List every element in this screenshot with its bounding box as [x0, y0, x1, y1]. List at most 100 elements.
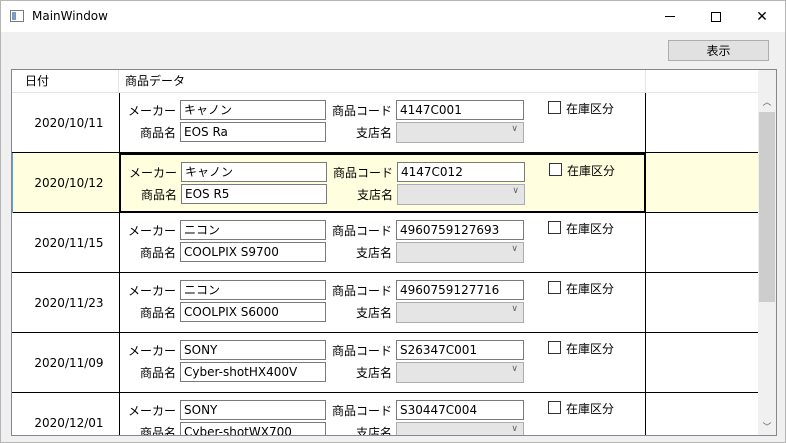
branch-select[interactable]: ∨: [397, 184, 525, 205]
chevron-down-icon: ∨: [511, 424, 518, 434]
chevron-down-icon: ∨: [511, 304, 518, 314]
product-code-field[interactable]: 4960759127693: [396, 220, 524, 240]
row-header[interactable]: [12, 333, 19, 393]
column-header-date[interactable]: 日付: [19, 70, 119, 93]
product-name-field[interactable]: EOS Ra: [180, 122, 326, 142]
stock-checkbox[interactable]: [548, 221, 561, 234]
stock-checkbox[interactable]: [548, 281, 561, 294]
row-header[interactable]: [12, 93, 19, 153]
product-code-label: 商品コード: [331, 104, 392, 118]
product-data-cell: メーカー キャノン 商品コード 4147C001 在庫区分 商品名 EOS Ra…: [119, 93, 646, 153]
column-header-product-data[interactable]: 商品データ: [119, 70, 646, 93]
show-button[interactable]: 表示: [668, 40, 769, 61]
date-cell: 2020/10/11: [34, 116, 104, 130]
stock-label: 在庫区分: [567, 164, 616, 178]
row-header[interactable]: [12, 213, 19, 273]
product-code-label: 商品コード: [331, 344, 392, 358]
maker-field[interactable]: ニコン: [180, 220, 326, 240]
close-button[interactable]: ✕: [739, 1, 785, 32]
product-code-field[interactable]: 4147C001: [396, 100, 524, 120]
close-icon: ✕: [756, 8, 768, 25]
branch-select[interactable]: ∨: [396, 362, 524, 383]
stock-checkbox[interactable]: [548, 341, 561, 354]
branch-select[interactable]: ∨: [396, 122, 524, 143]
row-header[interactable]: [12, 393, 19, 435]
product-name-field[interactable]: Cyber-shotHX400V: [180, 362, 326, 382]
stock-label: 在庫区分: [566, 282, 615, 296]
column-header-filler: [646, 70, 758, 93]
title-bar[interactable]: MainWindow ✕: [1, 1, 785, 32]
maker-label: メーカー: [128, 224, 177, 238]
product-code-label: 商品コード: [331, 224, 392, 238]
maker-field[interactable]: キャノン: [181, 162, 327, 182]
stock-checkbox[interactable]: [548, 101, 561, 114]
product-code-label: 商品コード: [331, 284, 392, 298]
product-name-label: 商品名: [139, 306, 176, 320]
product-code-label: 商品コード: [332, 166, 393, 180]
minimize-icon: [665, 16, 675, 17]
maker-field[interactable]: ニコン: [180, 280, 326, 300]
product-data-cell: メーカー ニコン 商品コード 4960759127693 在庫区分 商品名 CO…: [119, 213, 646, 273]
row-header[interactable]: [12, 273, 19, 333]
row-header[interactable]: [12, 153, 19, 213]
maker-field[interactable]: キャノン: [180, 100, 326, 120]
table-row[interactable]: 2020/11/15 メーカー ニコン 商品コード 4960759127693 …: [12, 213, 758, 273]
product-name-field[interactable]: EOS R5: [181, 184, 327, 204]
branch-label: 支店名: [355, 246, 392, 260]
product-data-cell: メーカー ニコン 商品コード 4960759127716 在庫区分 商品名 CO…: [119, 273, 646, 333]
maximize-icon: [711, 11, 721, 22]
stock-checkbox[interactable]: [549, 163, 562, 176]
stock-checkbox[interactable]: [548, 401, 561, 414]
date-cell: 2020/11/23: [34, 296, 104, 310]
grid-header: 日付 商品データ: [12, 70, 758, 93]
window-title: MainWindow: [32, 9, 108, 23]
maker-label: メーカー: [128, 284, 177, 298]
product-name-field[interactable]: COOLPIX S9700: [180, 242, 326, 262]
product-code-field[interactable]: S30447C004: [396, 400, 524, 420]
maker-label: メーカー: [128, 104, 177, 118]
product-name-label: 商品名: [139, 246, 176, 260]
product-data-grid: 日付 商品データ 2020/10/11 メーカー キャノン 商品コード 4147…: [11, 69, 777, 436]
branch-select[interactable]: ∨: [396, 302, 524, 323]
product-code-field[interactable]: S26347C001: [396, 340, 524, 360]
maximize-button[interactable]: [693, 1, 739, 32]
maker-field[interactable]: SONY: [180, 340, 326, 360]
product-name-field[interactable]: COOLPIX S6000: [180, 302, 326, 322]
product-code-field[interactable]: 4147C012: [397, 162, 525, 182]
chevron-down-icon: ∨: [511, 244, 518, 254]
date-cell: 2020/11/15: [34, 236, 104, 250]
product-code-label: 商品コード: [331, 404, 392, 418]
branch-select[interactable]: ∨: [396, 242, 524, 263]
date-cell: 2020/11/09: [34, 356, 104, 370]
branch-label: 支店名: [355, 426, 392, 436]
product-code-field[interactable]: 4960759127716: [396, 280, 524, 300]
stock-label: 在庫区分: [566, 342, 615, 356]
table-row[interactable]: 2020/11/09 メーカー SONY 商品コード S26347C001 在庫…: [12, 333, 758, 393]
maker-label: メーカー: [129, 166, 178, 180]
date-cell: 2020/12/01: [34, 416, 104, 430]
product-name-label: 商品名: [139, 126, 176, 140]
scroll-thumb[interactable]: [759, 112, 775, 302]
table-row[interactable]: 2020/11/23 メーカー ニコン 商品コード 4960759127716 …: [12, 273, 758, 333]
product-name-label: 商品名: [139, 366, 176, 380]
scroll-up-icon[interactable]: ︿: [758, 93, 776, 110]
product-name-field[interactable]: Cyber-shotWX700: [180, 422, 326, 435]
main-window: MainWindow ✕ 表示 日付 商品データ 2020/10/11 メーカー…: [0, 0, 786, 443]
branch-label: 支店名: [355, 126, 392, 140]
branch-select[interactable]: ∨: [396, 422, 524, 435]
vertical-scrollbar[interactable]: ︿ ﹀: [758, 70, 776, 435]
table-row[interactable]: 2020/12/01 メーカー SONY 商品コード S30447C004 在庫…: [12, 393, 758, 436]
stock-label: 在庫区分: [566, 402, 615, 416]
product-name-label: 商品名: [140, 188, 177, 202]
minimize-button[interactable]: [647, 1, 693, 32]
date-cell: 2020/10/12: [34, 176, 104, 190]
stock-label: 在庫区分: [566, 222, 615, 236]
scroll-down-icon[interactable]: ﹀: [758, 418, 776, 435]
maker-label: メーカー: [128, 344, 177, 358]
maker-label: メーカー: [128, 404, 177, 418]
product-data-cell: メーカー SONY 商品コード S26347C001 在庫区分 商品名 Cybe…: [119, 333, 646, 393]
branch-label: 支店名: [355, 366, 392, 380]
table-row[interactable]: 2020/10/11 メーカー キャノン 商品コード 4147C001 在庫区分…: [12, 93, 758, 153]
table-row[interactable]: 2020/10/12 メーカー キャノン 商品コード 4147C012 在庫区分…: [12, 153, 758, 213]
maker-field[interactable]: SONY: [180, 400, 326, 420]
